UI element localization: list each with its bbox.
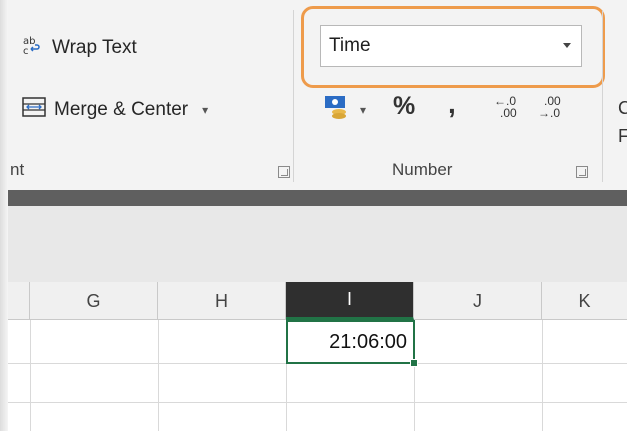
grid-line	[542, 320, 543, 431]
conditional-formatting-label-1: C	[618, 98, 627, 118]
group-separator	[293, 10, 294, 182]
number-group-label: Number	[392, 160, 453, 179]
conditional-formatting-label-2: Fo	[618, 126, 627, 146]
decrease-decimal-button[interactable]: .00 →.0	[538, 95, 568, 123]
cell-grid[interactable]: 21:06:00	[8, 320, 627, 431]
formula-bar-area	[8, 206, 627, 282]
merge-center-label: Merge & Center	[54, 99, 189, 120]
number-format-value: Time	[329, 35, 371, 56]
chevron-down-icon[interactable]: ▾	[360, 103, 366, 117]
group-separator	[602, 10, 603, 182]
grid-line	[30, 320, 31, 431]
dialog-launcher-icon[interactable]	[576, 166, 588, 178]
column-header-g[interactable]: G	[30, 282, 158, 320]
increase-decimal-bottom: .00	[500, 106, 517, 120]
window-edge	[0, 0, 8, 431]
decrease-decimal-bottom: →.0	[538, 106, 561, 120]
number-format-highlight: Time	[301, 6, 605, 88]
wrap-text-button[interactable]: ab c Wrap Text	[22, 31, 137, 65]
chevron-down-icon	[563, 43, 571, 48]
currency-icon[interactable]	[323, 94, 351, 120]
ribbon: ab c Wrap Text Merge & Center ▾ nt Time	[8, 0, 627, 190]
column-header-i[interactable]: I	[286, 282, 414, 320]
active-cell-value: 21:06:00	[329, 330, 407, 353]
grid-line	[8, 402, 627, 403]
column-header-h[interactable]: H	[158, 282, 286, 320]
percent-style-button[interactable]: %	[393, 92, 415, 121]
svg-text:c: c	[23, 46, 29, 56]
alignment-group-label: nt	[10, 160, 25, 179]
column-header-partial[interactable]	[8, 282, 30, 320]
fill-handle[interactable]	[410, 359, 418, 367]
number-format-dropdown[interactable]: Time	[320, 25, 582, 67]
column-header-j[interactable]: J	[414, 282, 542, 320]
column-header-k[interactable]: K	[542, 282, 627, 320]
merge-center-button[interactable]: Merge & Center ▾	[22, 93, 208, 127]
dialog-launcher-icon[interactable]	[278, 166, 290, 178]
increase-decimal-button[interactable]: ←.0 .00	[494, 95, 524, 123]
comma-style-button[interactable]: ,	[448, 88, 456, 120]
chevron-down-icon[interactable]: ▾	[202, 103, 208, 117]
wrap-text-icon: ab c	[22, 34, 44, 62]
active-cell-i[interactable]: 21:06:00	[286, 320, 415, 364]
column-headers: G H I J K	[8, 282, 627, 320]
ribbon-divider	[8, 190, 627, 206]
wrap-text-label: Wrap Text	[52, 37, 137, 58]
conditional-formatting-button[interactable]: C Fo	[618, 94, 627, 150]
merge-center-icon	[22, 96, 46, 124]
grid-line	[158, 320, 159, 431]
